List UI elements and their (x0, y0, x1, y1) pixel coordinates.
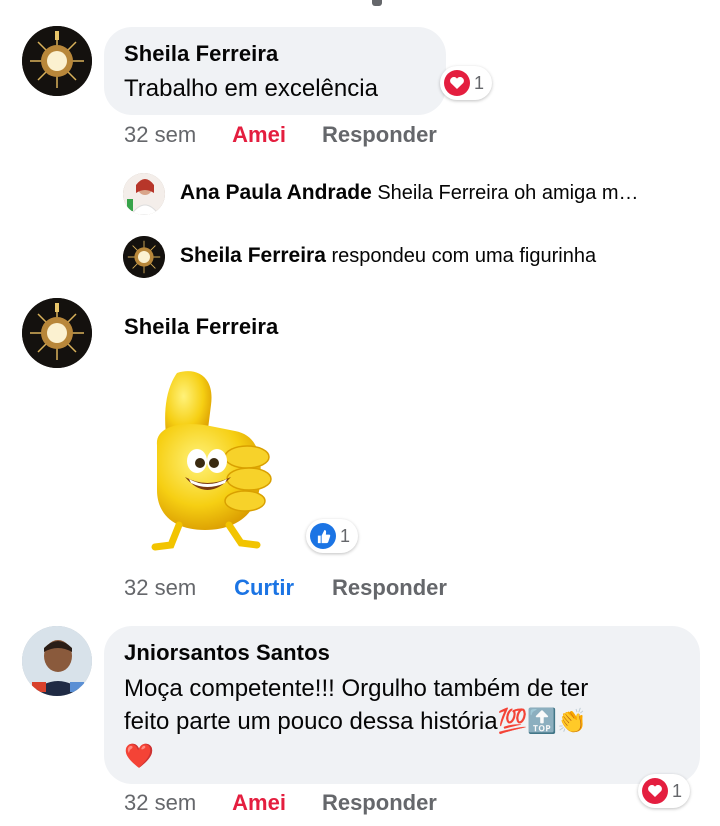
comment-author[interactable]: Jniorsantos Santos (124, 640, 330, 666)
comment-text-line: feito parte um pouco dessa história💯🔝👏 (124, 708, 588, 735)
reaction-summary[interactable]: 1 (306, 519, 359, 553)
love-reaction-icon (642, 778, 668, 804)
comment-text-line: Moça competente!!! Orgulho também de ter (124, 675, 589, 702)
person-photo-icon (123, 173, 165, 215)
thumbs-up-sticker[interactable] (145, 365, 280, 555)
avatar[interactable] (123, 236, 165, 278)
reply-button[interactable]: Responder (322, 790, 437, 816)
avatar[interactable] (22, 26, 92, 96)
like-button[interactable]: Curtir (234, 575, 294, 601)
comment-timestamp[interactable]: 32 sem (124, 122, 196, 148)
comment-actions: 32 sem Amei Responder (124, 790, 437, 816)
comment-author[interactable]: Sheila Ferreira (124, 41, 278, 67)
comment-text-line: ❤️ (124, 743, 154, 770)
reply-author[interactable]: Sheila Ferreira (180, 244, 326, 267)
like-reaction-icon (310, 523, 336, 549)
reaction-summary[interactable]: 1 (638, 774, 691, 808)
love-reaction-icon (444, 70, 470, 96)
reaction-count: 1 (672, 780, 683, 801)
love-button[interactable]: Amei (232, 122, 286, 148)
comment-timestamp[interactable]: 32 sem (124, 790, 196, 816)
reaction-count: 1 (340, 525, 351, 546)
reply-button[interactable]: Responder (322, 122, 437, 148)
comment-author[interactable]: Sheila Ferreira (124, 314, 278, 340)
reply-author[interactable]: Ana Paula Andrade (180, 181, 372, 204)
comment-actions: 32 sem Curtir Responder (124, 575, 447, 601)
avatar[interactable] (123, 173, 165, 215)
reply-item[interactable]: Ana Paula Andrade Sheila Ferreira oh ami… (180, 181, 639, 205)
reply-preview: Sheila Ferreira oh amiga m… (377, 182, 639, 204)
person-photo-icon (22, 626, 92, 696)
reaction-summary[interactable]: 1 (440, 66, 493, 100)
comment-actions: 32 sem Amei Responder (124, 122, 437, 148)
monstrance-image-icon (22, 26, 92, 96)
avatar[interactable] (22, 626, 92, 696)
comment-text: Trabalho em excelência (124, 75, 378, 102)
reply-item[interactable]: Sheila Ferreira respondeu com uma figuri… (180, 244, 596, 268)
monstrance-image-icon (22, 298, 92, 368)
monstrance-image-icon (123, 236, 165, 278)
scroll-cutoff-mark (372, 0, 382, 6)
thumbs-up-icon (151, 371, 272, 551)
comment-timestamp[interactable]: 32 sem (124, 575, 196, 601)
reply-preview: respondeu com uma figurinha (331, 245, 597, 267)
love-button[interactable]: Amei (232, 790, 286, 816)
avatar[interactable] (22, 298, 92, 368)
reaction-count: 1 (474, 72, 485, 93)
reply-button[interactable]: Responder (332, 575, 447, 601)
